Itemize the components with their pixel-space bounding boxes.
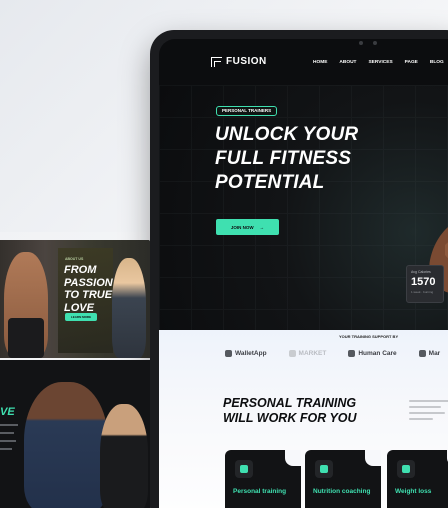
promo-heading: FROM PASSION TO TRUE LOVE	[64, 264, 113, 314]
partner-brands: WalletApp MARKET Human Care Mar	[225, 350, 440, 357]
tablet-device: FUSION HOME ABOUT SERVICES PAGE BLOG CO …	[150, 30, 448, 508]
service-card-personal-training[interactable]: Personal training	[225, 450, 301, 508]
female-athlete-figure	[112, 258, 146, 358]
promo-card-about: ABOUT US FROM PASSION TO TRUE LOVE LEARN…	[0, 240, 150, 358]
promo-partial-text: VE	[0, 406, 15, 418]
nav-item-home[interactable]: HOME	[313, 60, 327, 65]
top-navigation: FUSION HOME ABOUT SERVICES PAGE BLOG CO	[159, 39, 448, 85]
join-now-label: JOIN NOW	[230, 224, 254, 230]
hero-section	[159, 85, 448, 330]
nav-menu: HOME ABOUT SERVICES PAGE BLOG CO	[313, 60, 448, 65]
fusion-logo-icon	[211, 56, 222, 67]
brand-label: Mar	[428, 350, 441, 357]
tablet-screen: FUSION HOME ABOUT SERVICES PAGE BLOG CO …	[159, 39, 448, 508]
brand-name: FUSION	[226, 56, 267, 67]
service-card-title: Weight loss	[395, 488, 432, 495]
training-heading: PERSONAL TRAINING WILL WORK FOR YOU	[223, 396, 357, 425]
service-card-title: Personal training	[233, 488, 287, 495]
hero-headline: UNLOCK YOUR FULL FITNESS POTENTIAL	[215, 124, 359, 193]
promo-card-trainers	[0, 360, 150, 508]
card-corner	[285, 450, 301, 466]
stat-value: 1570	[411, 276, 436, 288]
arrow-right-icon: →	[259, 224, 265, 230]
walletapp-logo-icon	[225, 350, 232, 357]
brand-label: Human Care	[358, 350, 397, 357]
learn-more-button[interactable]: LEARN MORE	[65, 313, 97, 321]
text-line	[0, 424, 18, 426]
service-card-nutrition-coaching[interactable]: Nutrition coaching	[305, 450, 381, 508]
service-card-weight-loss[interactable]: Weight loss	[387, 450, 448, 508]
brand-logo-icon	[418, 350, 426, 357]
join-now-button[interactable]: JOIN NOW →	[216, 219, 279, 235]
card-corner	[365, 450, 381, 466]
brand-label: MARKET	[298, 350, 327, 357]
brand-label: WalletApp	[235, 350, 267, 357]
scale-icon	[397, 460, 415, 478]
nav-item-about[interactable]: ABOUT	[339, 60, 356, 65]
brand-partial: Mar	[418, 350, 441, 357]
promo-overline: ABOUT US	[65, 257, 84, 261]
content-section: YOUR TRAINING SUPPORT BY WalletApp MARKE…	[159, 330, 448, 508]
trainer-icon	[235, 460, 253, 478]
brand-logo[interactable]: FUSION	[211, 56, 267, 67]
brand-human-care: Human Care	[348, 350, 397, 357]
male-trainer-figure	[24, 382, 108, 508]
stat-sublabel: 1 week · burning	[411, 290, 434, 294]
nav-item-services[interactable]: SERVICES	[368, 60, 392, 65]
athlete-shorts	[8, 318, 44, 358]
nav-item-page[interactable]: PAGE	[405, 60, 418, 65]
text-line	[0, 448, 12, 450]
service-card-title: Nutrition coaching	[313, 488, 371, 495]
nav-item-blog[interactable]: BLOG	[430, 60, 444, 65]
stat-label: Avg Calories	[411, 270, 431, 274]
personal-trainers-badge: PERSONAL TRAINERS	[216, 106, 278, 116]
text-line	[0, 440, 16, 442]
text-line	[0, 432, 14, 434]
placeholder-text-lines	[409, 400, 448, 424]
female-trainer-figure	[100, 404, 148, 508]
human-care-logo-icon	[348, 350, 356, 357]
brand-market: MARKET	[288, 350, 327, 357]
support-title: YOUR TRAINING SUPPORT BY	[339, 334, 399, 339]
nutrition-icon	[315, 460, 333, 478]
calories-stat-card: Avg Calories 1570 1 week · burning	[406, 265, 444, 303]
brand-walletapp: WalletApp	[225, 350, 267, 357]
market-logo-icon	[288, 350, 296, 357]
